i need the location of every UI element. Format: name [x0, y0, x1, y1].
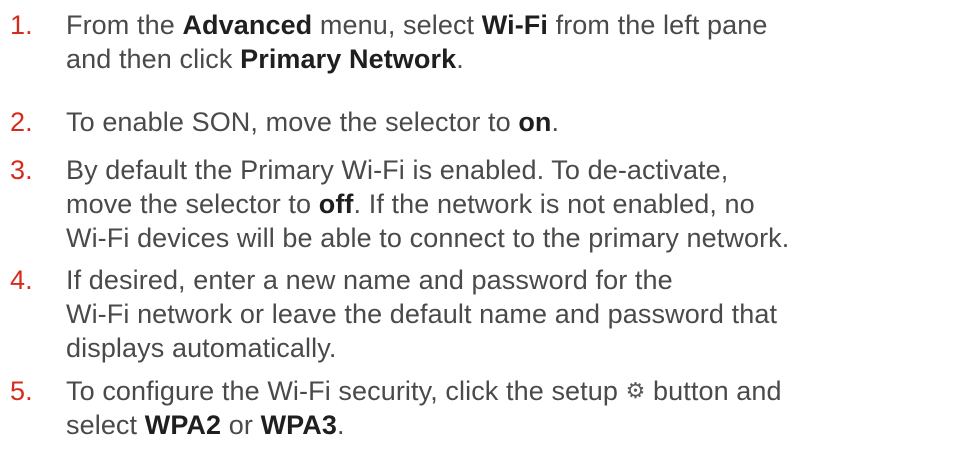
bold-term-wpa3: WPA3 — [260, 410, 337, 440]
text-line: Wi-Fi devices will be able to connect to… — [66, 221, 966, 255]
step-number: 3. — [10, 155, 33, 185]
step-number: 1. — [10, 10, 33, 40]
text-line: and then click Primary Network. — [66, 42, 966, 76]
text-line: move the selector to off. If the network… — [66, 187, 966, 221]
text-run: and then click — [66, 44, 241, 74]
step-text: To enable SON, move the selector to on. — [66, 105, 966, 139]
text-line: By default the Primary Wi-Fi is enabled.… — [66, 153, 966, 187]
step-text: By default the Primary Wi-Fi is enabled.… — [66, 153, 966, 255]
text-line: From the Advanced menu, select Wi-Fi fro… — [66, 8, 966, 42]
text-run: Wi-Fi network or leave the default name … — [66, 299, 778, 329]
text-run: menu, select — [312, 10, 482, 40]
step-text: If desired, enter a new name and passwor… — [66, 263, 966, 365]
text-run: By default the Primary Wi-Fi is enabled.… — [66, 155, 729, 185]
step-number: 5. — [10, 376, 33, 406]
text-run: From the — [66, 10, 183, 40]
text-line: Wi-Fi network or leave the default name … — [66, 297, 966, 331]
bold-term-advanced: Advanced — [182, 10, 313, 40]
step-number: 4. — [10, 265, 33, 295]
text-run: or — [221, 410, 261, 440]
text-line: If desired, enter a new name and passwor… — [66, 263, 966, 297]
text-line: displays automatically. — [66, 331, 966, 365]
gear-icon: ⚙ — [625, 378, 646, 403]
text-run: If desired, enter a new name and passwor… — [66, 265, 673, 295]
text-run: To configure the Wi-Fi security, click t… — [66, 376, 626, 406]
bold-term-primary-network: Primary Network — [240, 44, 457, 74]
text-run: Wi-Fi devices will be able to connect to… — [66, 223, 790, 253]
text-run: To enable SON, move the selector to — [66, 107, 519, 137]
text-run: select — [66, 410, 145, 440]
step-number: 2. — [10, 107, 33, 137]
bold-term-on: on — [518, 107, 552, 137]
instruction-steps: 1. From the Advanced menu, select Wi-Fi … — [0, 0, 968, 471]
text-run: displays automatically. — [66, 333, 337, 363]
bold-term-off: off — [318, 189, 354, 219]
step-text: From the Advanced menu, select Wi-Fi fro… — [66, 8, 966, 76]
text-run: . If the network is not enabled, no — [353, 189, 755, 219]
text-line: To configure the Wi-Fi security, click t… — [66, 374, 966, 408]
text-line: To enable SON, move the selector to on. — [66, 105, 966, 139]
text-run: . — [456, 44, 464, 74]
text-run: from the left pane — [548, 10, 768, 40]
bold-term-wpa2: WPA2 — [144, 410, 222, 440]
text-line: select WPA2 or WPA3. — [66, 408, 966, 442]
text-run: . — [551, 107, 560, 137]
step-text: To configure the Wi-Fi security, click t… — [66, 374, 966, 442]
text-run: move the selector to — [66, 189, 319, 219]
text-run: . — [336, 410, 345, 440]
bold-term-wifi: Wi-Fi — [481, 10, 548, 40]
text-run: button and — [645, 376, 782, 406]
